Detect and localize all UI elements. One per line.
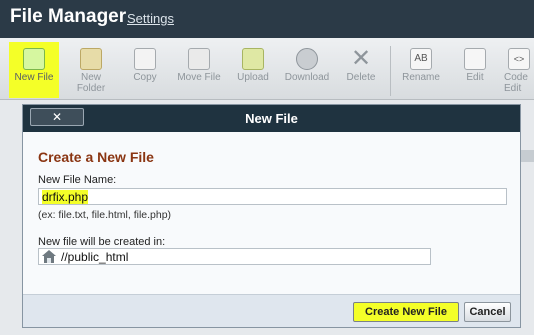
code-edit-icon: <> xyxy=(508,48,530,70)
rename-icon: AB xyxy=(410,48,432,70)
new-file-icon xyxy=(23,48,45,70)
app-header: File Manager Settings xyxy=(0,0,534,38)
download-icon xyxy=(296,48,318,70)
upload-button[interactable]: Upload xyxy=(228,42,278,98)
close-icon: ✕ xyxy=(51,110,63,124)
dialog-header: New File ✕ xyxy=(23,105,520,132)
file-name-label: New File Name: xyxy=(38,174,117,186)
dialog-footer: Create New File Cancel xyxy=(23,294,520,327)
new-folder-button[interactable]: New Folder xyxy=(66,42,116,98)
location-value: //public_html xyxy=(61,250,129,264)
section-title: Create a New File xyxy=(38,149,154,165)
file-name-field[interactable]: drfix.php xyxy=(38,188,507,205)
background-row xyxy=(520,150,534,162)
move-file-button[interactable]: Move File xyxy=(174,42,224,98)
app-title: File Manager xyxy=(10,6,127,27)
copy-icon xyxy=(134,48,156,70)
edit-button[interactable]: Edit xyxy=(450,42,500,98)
close-button[interactable]: ✕ xyxy=(30,108,84,126)
file-name-value: drfix.php xyxy=(42,190,89,204)
move-file-icon xyxy=(188,48,210,70)
new-folder-icon xyxy=(80,48,102,70)
home-icon xyxy=(42,250,56,263)
delete-icon: ✕ xyxy=(350,45,372,72)
upload-icon xyxy=(242,48,264,70)
file-name-hint: (ex: file.txt, file.html, file.php) xyxy=(38,209,172,221)
create-new-file-button[interactable]: Create New File xyxy=(353,302,459,322)
settings-link[interactable]: Settings xyxy=(127,11,174,26)
new-file-button[interactable]: New File xyxy=(9,42,59,98)
cancel-button[interactable]: Cancel xyxy=(464,302,511,322)
download-button[interactable]: Download xyxy=(282,42,332,98)
copy-button[interactable]: Copy xyxy=(120,42,170,98)
dialog-title: New File xyxy=(245,111,298,126)
edit-icon xyxy=(464,48,486,70)
code-edit-button[interactable]: <> Code Edit xyxy=(504,42,534,98)
dialog-body: Create a New File New File Name: drfix.p… xyxy=(23,132,520,327)
delete-button[interactable]: ✕ Delete xyxy=(336,42,386,98)
rename-button[interactable]: AB Rename xyxy=(396,42,446,98)
toolbar: New File New Folder Copy Move File Uploa… xyxy=(0,38,534,100)
new-file-dialog: New File ✕ Create a New File New File Na… xyxy=(22,104,521,328)
location-label: New file will be created in: xyxy=(38,236,166,248)
toolbar-divider xyxy=(390,46,391,96)
location-field[interactable]: //public_html xyxy=(38,248,431,265)
